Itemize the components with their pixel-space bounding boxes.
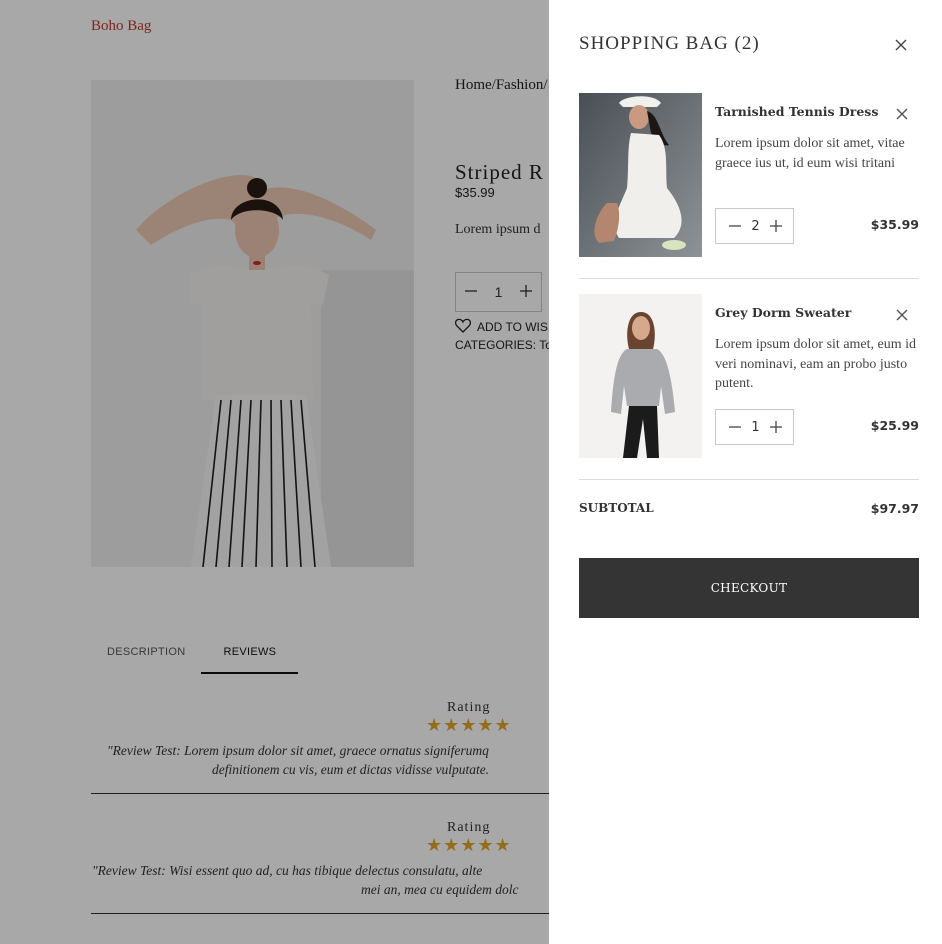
quantity-value: 2 — [751, 218, 760, 234]
minus-icon[interactable] — [728, 420, 742, 434]
cart-item-image[interactable] — [579, 93, 702, 257]
close-icon[interactable] — [895, 106, 909, 120]
plus-icon[interactable] — [769, 219, 783, 233]
quantity-value: 1 — [751, 419, 760, 435]
cart-item-price: $35.99 — [870, 217, 919, 232]
cart-item-name[interactable]: Grey Dorm Sweater — [715, 305, 851, 320]
shopping-bag-title: SHOPPING BAG (2) — [579, 33, 760, 54]
quantity-stepper[interactable]: 1 — [715, 409, 794, 445]
close-icon[interactable] — [893, 37, 909, 53]
subtotal-value: $97.97 — [870, 501, 919, 516]
cart-item-name[interactable]: Tarnished Tennis Dress — [715, 104, 878, 119]
cart-item-description: Lorem ipsum dolor sit amet, vitae graece… — [715, 136, 905, 171]
cart-item: Tarnished Tennis Dress Lorem ipsum dolor… — [579, 93, 919, 279]
close-icon[interactable] — [895, 307, 909, 321]
checkout-button[interactable]: CHECKOUT — [579, 558, 919, 618]
minus-icon[interactable] — [728, 219, 742, 233]
subtotal-label: SUBTOTAL — [579, 501, 654, 515]
shopping-bag-drawer: SHOPPING BAG (2) Tarnished Tennis Dress … — [549, 0, 942, 944]
cart-item-description: Lorem ipsum dolor sit amet, eum id veri … — [715, 337, 917, 391]
cart-item-image[interactable] — [579, 294, 702, 458]
cart-item-price: $25.99 — [870, 418, 919, 433]
plus-icon[interactable] — [769, 420, 783, 434]
cart-item: Grey Dorm Sweater Lorem ipsum dolor sit … — [579, 294, 919, 480]
quantity-stepper[interactable]: 2 — [715, 208, 794, 244]
modal-overlay[interactable] — [0, 0, 549, 944]
